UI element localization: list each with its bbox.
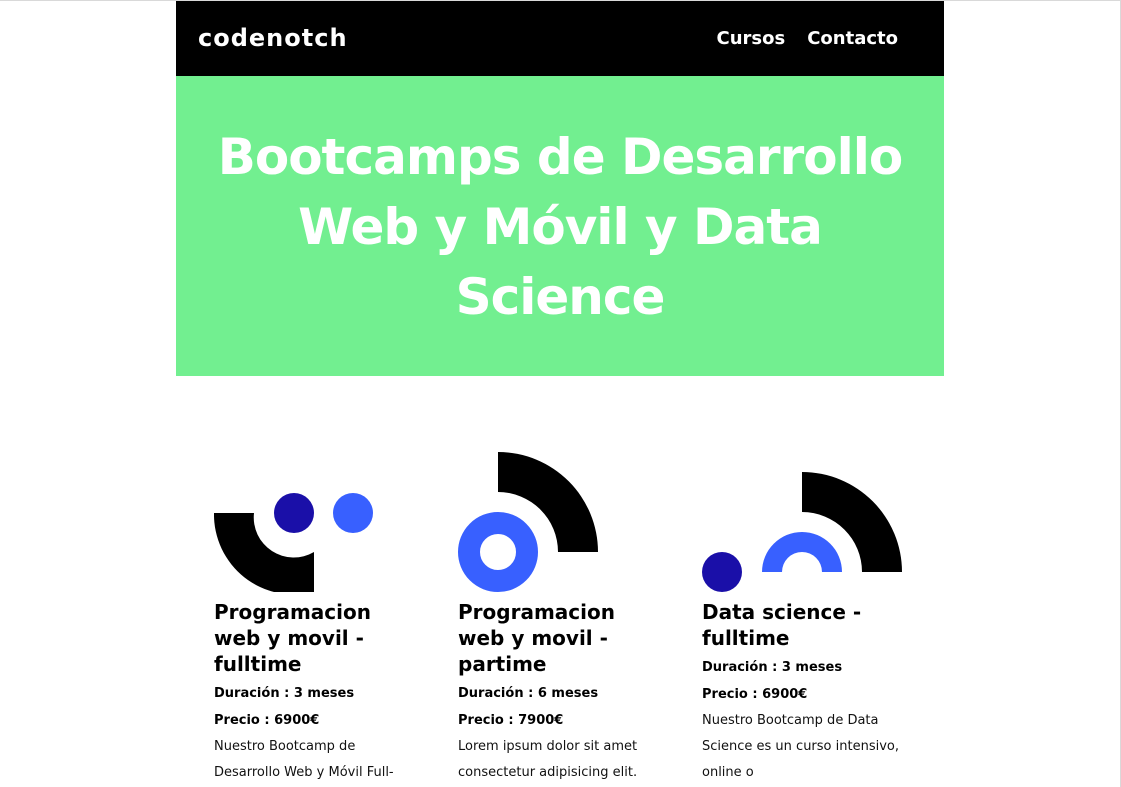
course-illustration-partime-icon <box>458 452 598 592</box>
course-duration: Duración : 3 meses <box>214 686 355 701</box>
courses-section: Programacion web y movil - fulltime Dura… <box>176 376 944 787</box>
main-nav: Cursos Contacto <box>717 28 899 50</box>
course-title[interactable]: Data science - fulltime <box>702 599 912 651</box>
course-illustration-data-science-icon <box>702 472 902 592</box>
course-illustration-fulltime-icon <box>214 493 373 592</box>
top-navbar: codenotch Cursos Contacto <box>176 1 944 76</box>
course-description: Nuestro Bootcamp de Data Science es un c… <box>702 713 899 780</box>
codenotch-logo[interactable]: codenotch <box>198 23 348 53</box>
course-title[interactable]: Programacion web y movil - partime <box>458 599 668 677</box>
hero-banner: Bootcamps de Desarrollo Web y Móvil y Da… <box>176 76 944 376</box>
course-price: Precio : 7900€ <box>458 713 564 728</box>
blue-dot-shape <box>333 493 373 533</box>
course-body: Programacion web y movil - fulltime Dura… <box>214 599 424 787</box>
nav-link-cursos[interactable]: Cursos <box>717 28 786 50</box>
course-duration: Duración : 6 meses <box>458 686 599 701</box>
nav-link-contacto[interactable]: Contacto <box>807 28 898 50</box>
course-duration: Duración : 3 meses <box>702 660 843 675</box>
course-price: Precio : 6900€ <box>214 713 320 728</box>
blue-half-ring-shape <box>762 532 842 572</box>
course-body: Programacion web y movil - partime Durac… <box>458 599 668 787</box>
blue-ring-shape <box>458 512 538 592</box>
page-container: codenotch Cursos Contacto Bootcamps de D… <box>176 1 944 787</box>
navy-dot-shape <box>702 552 742 592</box>
course-description: Lorem ipsum dolor sit amet consectetur a… <box>458 739 638 780</box>
browser-viewport: codenotch Cursos Contacto Bootcamps de D… <box>0 0 1121 787</box>
hero-title: Bootcamps de Desarrollo Web y Móvil y Da… <box>217 128 903 326</box>
course-description: Nuestro Bootcamp de Desarrollo Web y Móv… <box>214 739 394 780</box>
course-title[interactable]: Programacion web y movil - fulltime <box>214 599 424 677</box>
course-price: Precio : 6900€ <box>702 687 808 702</box>
course-body: Data science - fulltime Duración : 3 mes… <box>702 599 912 786</box>
navy-dot-shape <box>274 493 314 533</box>
